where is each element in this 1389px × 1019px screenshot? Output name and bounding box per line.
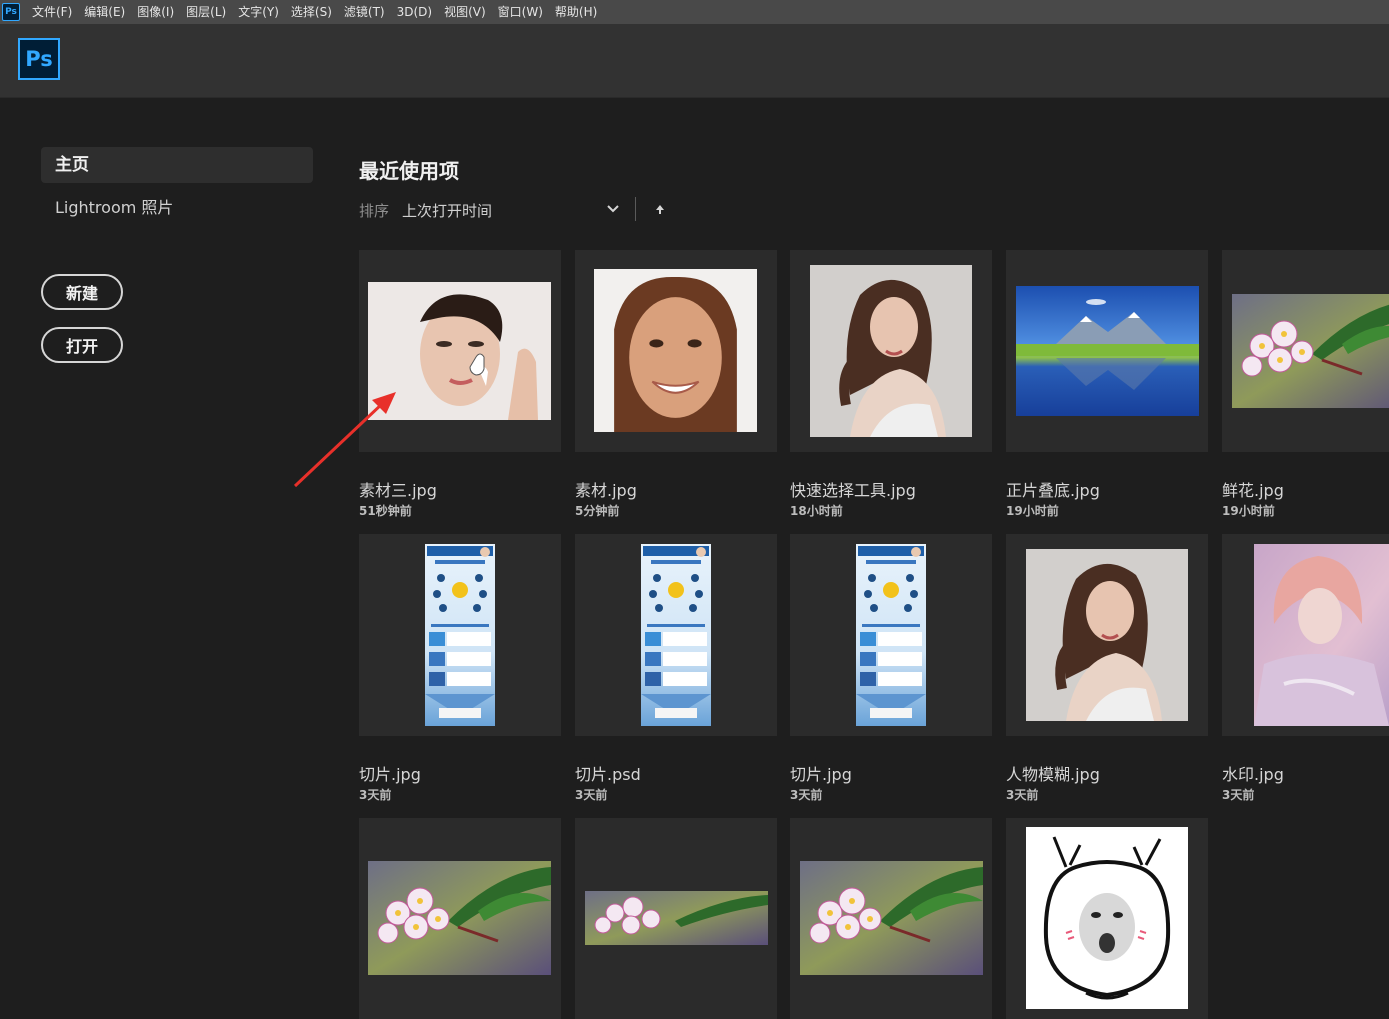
file-time: 18小时前 xyxy=(790,504,843,518)
recent-file-card[interactable] xyxy=(1222,534,1389,736)
photoshop-logo: Ps xyxy=(18,38,60,80)
recent-file-card[interactable] xyxy=(790,818,992,1019)
file-thumbnail xyxy=(368,861,551,975)
menu-image[interactable]: 图像(I) xyxy=(131,0,180,24)
recent-file-card[interactable] xyxy=(575,250,777,452)
recent-file-card[interactable] xyxy=(790,250,992,452)
recent-file-card[interactable] xyxy=(359,534,561,736)
file-name[interactable]: 素材.jpg xyxy=(575,477,637,501)
file-name[interactable]: 切片.jpg xyxy=(359,761,421,785)
recent-file-card[interactable] xyxy=(575,534,777,736)
menu-select[interactable]: 选择(S) xyxy=(285,0,338,24)
menu-edit[interactable]: 编辑(E) xyxy=(78,0,131,24)
file-time: 3天前 xyxy=(1006,788,1039,802)
file-thumbnail xyxy=(1016,286,1199,416)
file-thumbnail xyxy=(800,861,983,975)
open-button[interactable]: 打开 xyxy=(41,327,123,363)
app-header: Ps xyxy=(0,24,1389,98)
menu-window[interactable]: 窗口(W) xyxy=(492,0,549,24)
recent-file-card[interactable] xyxy=(1006,818,1208,1019)
recent-file-card[interactable] xyxy=(790,534,992,736)
recent-file-card[interactable] xyxy=(359,250,561,452)
chevron-down-icon[interactable] xyxy=(604,199,622,219)
menu-bar: Ps 文件(F) 编辑(E) 图像(I) 图层(L) 文字(Y) 选择(S) 滤… xyxy=(0,0,1389,24)
file-time: 3天前 xyxy=(359,788,392,802)
sort-dropdown[interactable]: 上次打开时间 xyxy=(402,200,492,221)
sort-direction-up-icon[interactable] xyxy=(652,199,668,219)
recent-title: 最近使用项 xyxy=(359,159,459,183)
menu-filter[interactable]: 滤镜(T) xyxy=(338,0,391,24)
file-time: 3天前 xyxy=(790,788,823,802)
menu-3d[interactable]: 3D(D) xyxy=(391,0,438,24)
file-name[interactable]: 正片叠底.jpg xyxy=(1006,477,1100,501)
sidebar: 主页 Lightroom 照片 新建 打开 xyxy=(0,98,330,1019)
file-time: 51秒钟前 xyxy=(359,504,412,518)
new-button[interactable]: 新建 xyxy=(41,274,123,310)
sort-label: 排序 xyxy=(359,202,390,220)
menu-view[interactable]: 视图(V) xyxy=(438,0,492,24)
file-name[interactable]: 水印.jpg xyxy=(1222,761,1284,785)
menu-help[interactable]: 帮助(H) xyxy=(549,0,603,24)
file-thumbnail xyxy=(585,891,768,945)
file-thumbnail xyxy=(810,265,972,437)
menu-file[interactable]: 文件(F) xyxy=(26,0,78,24)
recent-file-card[interactable] xyxy=(1006,250,1208,452)
file-thumbnail xyxy=(1026,827,1188,1009)
recent-file-card[interactable] xyxy=(359,818,561,1019)
photoshop-app-icon[interactable]: Ps xyxy=(2,3,20,21)
file-time: 19小时前 xyxy=(1006,504,1059,518)
file-name[interactable]: 人物模糊.jpg xyxy=(1006,761,1100,785)
file-name[interactable]: 切片.psd xyxy=(575,761,641,785)
file-time: 3天前 xyxy=(1222,788,1255,802)
file-thumbnail xyxy=(368,282,551,420)
recent-file-card[interactable] xyxy=(1006,534,1208,736)
sidebar-item-home[interactable]: 主页 xyxy=(41,147,313,183)
file-time: 3天前 xyxy=(575,788,608,802)
recent-file-card[interactable] xyxy=(575,818,777,1019)
file-name[interactable]: 鲜花.jpg xyxy=(1222,477,1284,501)
file-thumbnail xyxy=(594,269,757,432)
file-thumbnail xyxy=(856,544,926,726)
file-name[interactable]: 素材三.jpg xyxy=(359,477,437,501)
menu-type[interactable]: 文字(Y) xyxy=(232,0,285,24)
file-name[interactable]: 快速选择工具.jpg xyxy=(790,477,916,501)
file-thumbnail xyxy=(425,544,495,726)
menu-layer[interactable]: 图层(L) xyxy=(180,0,232,24)
recent-file-card[interactable] xyxy=(1222,250,1389,452)
file-time: 5分钟前 xyxy=(575,504,620,518)
file-name[interactable]: 切片.jpg xyxy=(790,761,852,785)
sort-divider xyxy=(635,197,636,221)
file-thumbnail xyxy=(1254,544,1389,726)
file-thumbnail xyxy=(1232,294,1389,408)
file-thumbnail xyxy=(641,544,711,726)
sidebar-item-lightroom[interactable]: Lightroom 照片 xyxy=(55,197,173,219)
file-thumbnail xyxy=(1026,549,1188,721)
file-time: 19小时前 xyxy=(1222,504,1275,518)
